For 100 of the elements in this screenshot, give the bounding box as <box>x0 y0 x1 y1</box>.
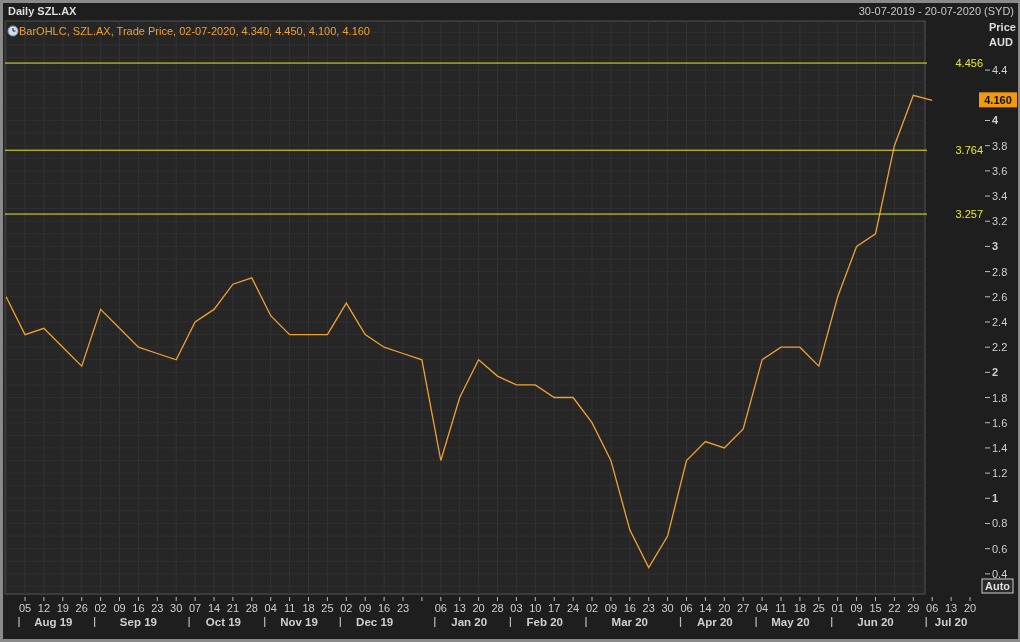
y-tick-label: 1.6 <box>992 416 1008 429</box>
price-level-line[interactable] <box>4 213 928 215</box>
y-tick-label: 1.8 <box>992 391 1008 404</box>
y-tick-label: 0.6 <box>992 542 1008 555</box>
x-tick-label: 16 <box>132 602 145 614</box>
x-tick-label: 28 <box>245 602 258 614</box>
month-divider <box>188 616 190 628</box>
y-tick-label: 4.4 <box>992 64 1008 77</box>
x-tick-label: 02 <box>585 602 599 614</box>
x-tick-label: 23 <box>151 602 164 614</box>
y-tick-label: 2.8 <box>992 265 1008 278</box>
x-tick-label: 09 <box>113 602 126 614</box>
month-label: Nov 19 <box>280 616 318 628</box>
price-level-line[interactable] <box>4 62 928 64</box>
x-tick-label: 02 <box>94 602 107 614</box>
x-tick-label: 01 <box>831 602 844 614</box>
x-tick-label: 30 <box>661 602 674 614</box>
x-tick-label: 30 <box>170 602 183 614</box>
x-tick-label: 19 <box>56 602 69 614</box>
month-label: Oct 19 <box>205 616 242 628</box>
y-tick-label: 3.2 <box>992 215 1008 228</box>
x-tick-label: 21 <box>226 602 239 614</box>
month-label: May 20 <box>771 616 810 628</box>
last-price-tag: 4.160 <box>979 92 1017 108</box>
month-divider <box>679 616 682 628</box>
y-tick-label: 3.4 <box>992 190 1008 203</box>
x-tick-label: 07 <box>189 602 202 614</box>
x-tick-label: 12 <box>37 602 51 614</box>
x-tick-label: 11 <box>283 602 296 614</box>
month-divider <box>434 616 436 628</box>
x-tick-label: 04 <box>755 602 769 614</box>
y-tick-label: 2 <box>992 366 999 379</box>
month-divider <box>831 616 833 628</box>
x-tick-label: 27 <box>737 602 750 614</box>
x-tick-label: 06 <box>926 602 939 614</box>
date-range: 30-07-2019 - 20-07-2020 (SYD) <box>858 4 1014 19</box>
month-label: Sep 19 <box>119 616 157 628</box>
x-tick-label: 10 <box>529 602 542 614</box>
x-tick-label: 14 <box>207 602 221 614</box>
x-tick-label: 11 <box>775 602 787 614</box>
y-tick-label: 3.6 <box>992 164 1008 177</box>
month-divider <box>585 616 587 628</box>
x-tick-label: 18 <box>302 602 315 614</box>
axis-unit: AUD <box>989 36 1013 48</box>
chart-title: Daily SZL.AX <box>8 4 77 19</box>
x-tick-label: 24 <box>566 602 580 614</box>
month-divider <box>339 616 341 628</box>
legend-text: BarOHLC, SZL.AX, Trade Price, 02-07-2020, 4.340, 4.450, 4.100, 4.160 <box>19 25 370 37</box>
month-divider <box>264 616 266 628</box>
x-tick-label: 02 <box>340 602 353 614</box>
auto-scale-button[interactable]: Auto <box>981 578 1014 594</box>
price-level-label: 4.456 <box>955 57 983 70</box>
y-tick-label: 0.8 <box>992 517 1008 530</box>
month-divider <box>18 616 20 628</box>
month-divider <box>755 616 757 628</box>
price-level-label: 3.764 <box>955 144 983 157</box>
x-tick-label: 18 <box>793 602 807 614</box>
x-tick-label: 22 <box>888 602 901 614</box>
month-label: Aug 19 <box>34 616 73 628</box>
x-tick-label: 17 <box>548 602 561 614</box>
x-tick-label: 05 <box>18 602 32 614</box>
y-tick-label: 3.8 <box>992 139 1008 152</box>
y-tick-label: 3 <box>992 240 999 253</box>
x-tick-label: 09 <box>359 602 372 614</box>
month-divider <box>509 616 511 628</box>
x-tick-label: 20 <box>963 602 977 614</box>
x-tick-label: 29 <box>907 602 920 614</box>
x-tick-label: 04 <box>264 602 277 614</box>
y-tick-label: 2.4 <box>992 316 1008 328</box>
month-divider <box>94 616 96 628</box>
month-label: Jan 20 <box>451 616 488 628</box>
month-label: Jul 20 <box>934 616 968 628</box>
x-tick-label: 25 <box>812 602 825 614</box>
y-tick-label: 4 <box>992 114 999 127</box>
x-tick-label: 13 <box>453 602 466 614</box>
x-tick-label: 15 <box>869 602 882 614</box>
y-tick-label: 2.6 <box>992 290 1008 303</box>
x-tick-label: 28 <box>491 602 504 614</box>
x-tick-label: 14 <box>699 602 712 614</box>
x-tick-label: 03 <box>510 602 523 614</box>
x-tick-label: 16 <box>378 602 391 614</box>
clock-icon <box>7 25 19 37</box>
y-tick-label: 1.4 <box>992 441 1008 454</box>
x-tick-label: 13 <box>944 602 958 614</box>
x-tick-label: 06 <box>680 602 693 614</box>
month-label: Feb 20 <box>526 616 563 628</box>
price-level-line[interactable] <box>4 149 928 151</box>
month-label: Jun 20 <box>857 616 894 628</box>
x-tick-label: 20 <box>718 602 731 614</box>
y-tick-label: 0.4 <box>992 567 1008 580</box>
x-tick-label: 16 <box>623 602 636 614</box>
month-divider <box>925 616 927 628</box>
x-tick-label: 26 <box>75 602 88 614</box>
price-level-label: 3.257 <box>955 208 983 221</box>
x-tick-label: 09 <box>604 602 618 614</box>
month-label: Mar 20 <box>611 616 648 628</box>
x-tick-label: 09 <box>850 602 863 614</box>
x-tick-label: 25 <box>321 602 334 614</box>
axis-title: Price <box>989 21 1016 33</box>
month-label: Dec 19 <box>356 616 394 628</box>
